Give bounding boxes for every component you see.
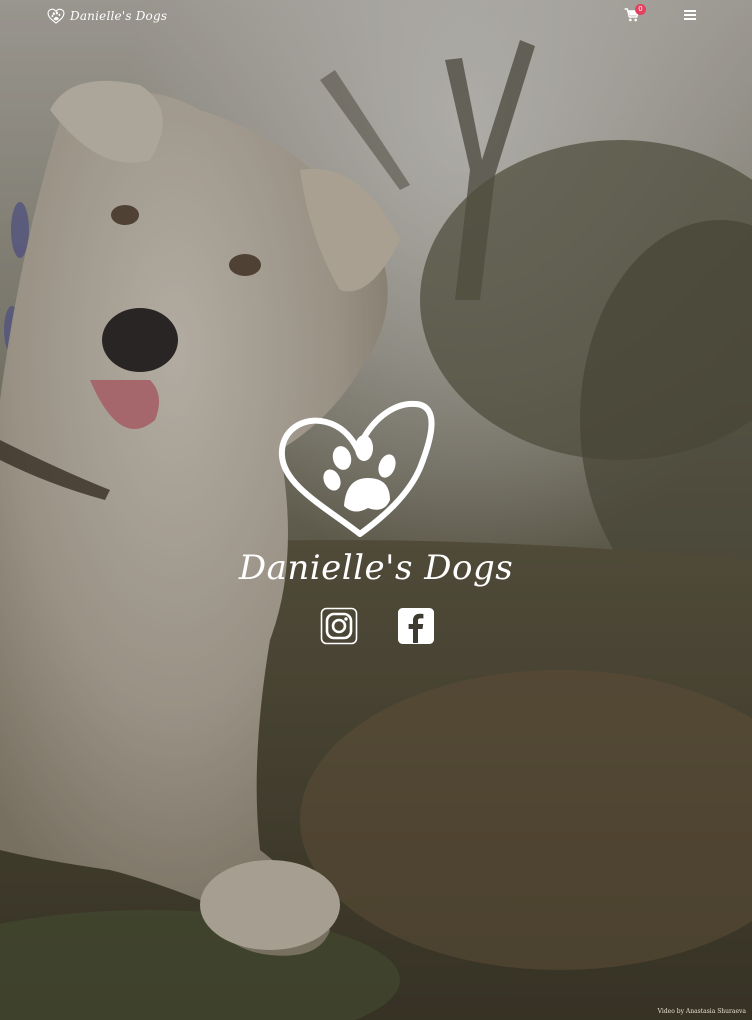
menu-button[interactable] xyxy=(683,8,698,22)
heart-paw-icon xyxy=(47,8,65,24)
hero-logo xyxy=(272,398,482,548)
cart-count-badge: 0 xyxy=(635,4,646,15)
brand-name: Danielle's Dogs xyxy=(70,9,168,23)
brand-home-link[interactable]: Danielle's Dogs xyxy=(47,5,167,27)
social-links xyxy=(320,607,436,647)
site-header: Danielle's Dogs 0 xyxy=(0,0,752,32)
facebook-icon xyxy=(398,608,434,644)
video-credit: Video by Anastasia Shuraeva xyxy=(657,1008,746,1015)
hero-section: Danielle's Dogs 0 Danielle's Dogs Video … xyxy=(0,0,752,1020)
cart-button[interactable]: 0 xyxy=(624,4,648,26)
instagram-icon xyxy=(320,607,358,645)
facebook-link[interactable] xyxy=(397,607,435,645)
hero-title: Danielle's Dogs xyxy=(238,548,514,588)
instagram-link[interactable] xyxy=(320,607,358,645)
hamburger-menu-icon xyxy=(684,10,696,20)
heart-paw-icon xyxy=(278,400,435,537)
